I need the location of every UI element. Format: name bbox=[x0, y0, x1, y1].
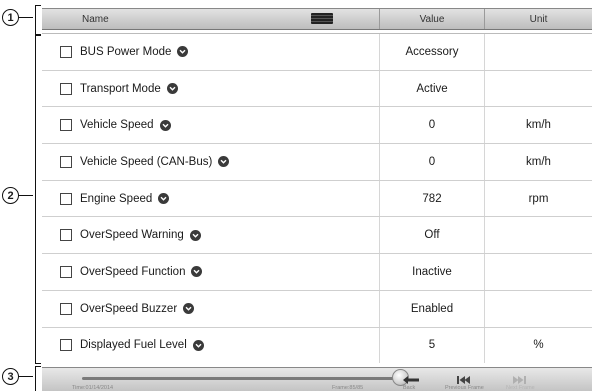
row-value: Inactive bbox=[379, 254, 484, 290]
callout-1: 1 bbox=[2, 9, 33, 26]
row-unit: % bbox=[484, 327, 592, 363]
row-value: 0 bbox=[379, 107, 484, 144]
row-unit bbox=[484, 290, 592, 327]
row-name-cell: OverSpeed Buzzer bbox=[42, 291, 379, 327]
header-value[interactable]: Value bbox=[379, 9, 484, 29]
callout-line bbox=[19, 194, 33, 197]
table-row[interactable]: BUS Power Mode Accessory bbox=[42, 34, 592, 71]
row-name-cell: Displayed Fuel Level bbox=[42, 328, 379, 364]
column-header-bar: Name Value Unit bbox=[42, 8, 592, 30]
table-row[interactable]: OverSpeed Function Inactive bbox=[42, 254, 592, 291]
chevron-down-circle-icon[interactable] bbox=[192, 339, 204, 351]
callout-line bbox=[19, 375, 33, 378]
callout-bracket bbox=[35, 35, 41, 364]
callout-3: 3 bbox=[2, 368, 33, 385]
row-unit bbox=[484, 34, 592, 70]
row-checkbox[interactable] bbox=[60, 229, 72, 242]
table-row[interactable]: OverSpeed Buzzer Enabled bbox=[42, 290, 592, 328]
row-name: Vehicle Speed (CAN-Bus) bbox=[80, 155, 213, 168]
row-name-cell: Vehicle Speed (CAN-Bus) bbox=[42, 144, 379, 180]
callout-number: 2 bbox=[2, 187, 19, 204]
next-frame-icon bbox=[513, 376, 526, 384]
chevron-down-circle-icon[interactable] bbox=[191, 266, 203, 278]
row-unit: rpm bbox=[484, 180, 592, 217]
row-checkbox[interactable] bbox=[60, 339, 72, 352]
row-checkbox[interactable] bbox=[60, 45, 72, 58]
data-stream-list[interactable]: BUS Power Mode Accessory Transport Mode … bbox=[42, 33, 592, 363]
row-name: Transport Mode bbox=[80, 82, 161, 95]
row-name-cell: BUS Power Mode bbox=[42, 34, 379, 70]
table-row[interactable]: Vehicle Speed (CAN-Bus) 0 km/h bbox=[42, 144, 592, 181]
callout-bracket bbox=[35, 5, 41, 35]
callout-line bbox=[19, 16, 33, 19]
frame-slider-track[interactable] bbox=[82, 377, 400, 380]
table-row[interactable]: Vehicle Speed 0 km/h bbox=[42, 107, 592, 145]
previous-frame-label: Previous Frame bbox=[445, 385, 484, 391]
row-name-cell: Vehicle Speed bbox=[42, 107, 379, 143]
row-name: Engine Speed bbox=[80, 192, 153, 205]
row-unit: km/h bbox=[484, 107, 592, 144]
back-arrow-icon bbox=[403, 376, 419, 384]
row-unit bbox=[484, 217, 592, 254]
next-frame-label: Next Frame bbox=[506, 385, 535, 391]
callout-2: 2 bbox=[2, 187, 33, 204]
row-checkbox[interactable] bbox=[60, 265, 72, 278]
drag-handle-icon[interactable] bbox=[311, 13, 333, 24]
row-value: 0 bbox=[379, 144, 484, 180]
row-value: 782 bbox=[379, 180, 484, 217]
row-checkbox[interactable] bbox=[60, 192, 72, 205]
table-row[interactable]: Transport Mode Active bbox=[42, 70, 592, 108]
row-checkbox[interactable] bbox=[60, 302, 72, 315]
chevron-down-circle-icon[interactable] bbox=[166, 83, 178, 95]
row-checkbox[interactable] bbox=[60, 155, 72, 168]
row-name: OverSpeed Buzzer bbox=[80, 302, 178, 315]
row-value: Active bbox=[379, 70, 484, 107]
frame-label: Frame:85/85 bbox=[332, 385, 364, 391]
table-row[interactable]: Engine Speed 782 rpm bbox=[42, 180, 592, 218]
time-label: Time:01/14/2014 bbox=[72, 385, 114, 391]
row-unit bbox=[484, 70, 592, 107]
row-name-cell: OverSpeed Function bbox=[42, 254, 379, 290]
row-checkbox[interactable] bbox=[60, 82, 72, 95]
table-row[interactable]: Displayed Fuel Level 5 % bbox=[42, 327, 592, 364]
row-value: Accessory bbox=[379, 34, 484, 70]
playback-toolbar: Time:01/14/2014 Frame:85/85 Back Previou… bbox=[42, 367, 592, 391]
chevron-down-circle-icon[interactable] bbox=[159, 119, 171, 131]
row-name-cell: OverSpeed Warning bbox=[42, 217, 379, 253]
chevron-down-circle-icon[interactable] bbox=[183, 303, 195, 315]
row-name-cell: Engine Speed bbox=[42, 181, 379, 217]
callout-bracket bbox=[35, 366, 41, 391]
row-name: OverSpeed Function bbox=[80, 265, 186, 278]
callout-number: 3 bbox=[2, 368, 19, 385]
callout-number: 1 bbox=[2, 9, 19, 26]
row-value: 5 bbox=[379, 327, 484, 363]
row-checkbox[interactable] bbox=[60, 119, 72, 132]
row-unit bbox=[484, 254, 592, 290]
back-label: Back bbox=[403, 385, 416, 391]
chevron-down-circle-icon[interactable] bbox=[189, 229, 201, 241]
previous-frame-icon bbox=[457, 376, 470, 384]
table-row[interactable]: OverSpeed Warning Off bbox=[42, 217, 592, 255]
row-name: Displayed Fuel Level bbox=[80, 339, 187, 352]
header-unit[interactable]: Unit bbox=[484, 9, 592, 29]
row-unit: km/h bbox=[484, 144, 592, 180]
row-name-cell: Transport Mode bbox=[42, 71, 379, 107]
row-name: Vehicle Speed bbox=[80, 119, 154, 132]
row-value: Off bbox=[379, 217, 484, 254]
chevron-down-circle-icon[interactable] bbox=[158, 193, 170, 205]
row-value: Enabled bbox=[379, 290, 484, 327]
row-name: OverSpeed Warning bbox=[80, 229, 184, 242]
chevron-down-circle-icon[interactable] bbox=[177, 46, 189, 58]
row-name: BUS Power Mode bbox=[80, 45, 172, 58]
chevron-down-circle-icon[interactable] bbox=[218, 156, 230, 168]
